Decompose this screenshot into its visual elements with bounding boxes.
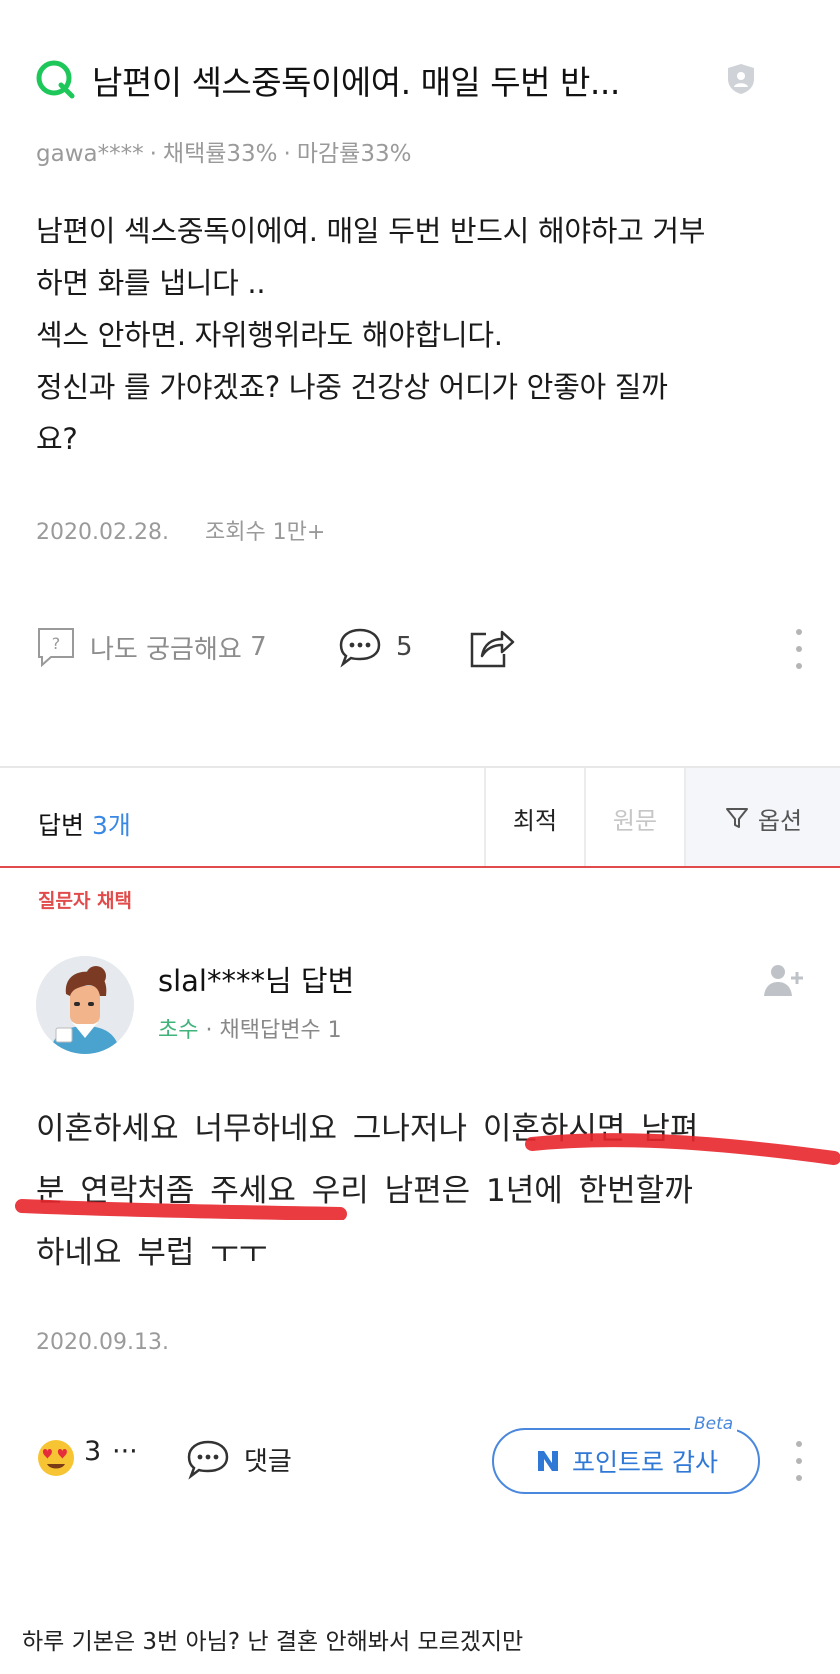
selected-divider [0,866,840,868]
close-rate: 마감률33% [296,141,412,167]
adopt-rate: 채택률33% [162,141,278,167]
point-thanks-button[interactable]: 포인트로 감사 [492,1428,760,1494]
avatar[interactable] [36,956,134,1054]
reaction-more[interactable]: ··· [112,1436,138,1467]
answer-comment-button[interactable]: 댓글 [186,1434,292,1484]
answerer-name[interactable]: slal****님 답변 [158,958,354,1000]
curious-label: 나도 궁금해요 [90,634,242,665]
heart-eyes-emoji-icon[interactable] [36,1438,76,1478]
tab-options[interactable]: 옵션 [684,768,840,868]
question-body-line: 남편이 섹스중독이에여. 매일 두번 반드시 해야하고 거부 [36,214,706,248]
question-date-row: 2020.02.28. 조회수 1만+ [36,514,325,546]
comment-icon [339,628,381,668]
author-name[interactable]: gawa**** [36,141,144,167]
svg-text:?: ? [52,634,61,653]
answer-body: 이혼하세요 너무하네요 그나저나 이혼하시면 남펴 분 연락처좀 주세요 우리 … [36,1098,826,1284]
question-title: 남편이 섹스중독이에여. 매일 두번 반... [92,63,620,102]
private-shield-icon [728,64,754,94]
question-date: 2020.02.28. [36,520,169,545]
comment-label: 댓글 [244,1446,292,1477]
answer-label: 답변 [38,811,85,840]
question-q-icon [36,60,75,99]
answer-date: 2020.09.13. [36,1330,169,1355]
view-count: 조회수 1만+ [204,520,326,545]
comment-button[interactable]: 5 [338,622,413,672]
question-body-line: 섹스 안하면. 자위행위라도 해야합니다. [36,318,503,352]
answerer-grade: 초수 [158,1018,199,1043]
comment-icon [187,1440,229,1480]
add-friend-icon[interactable] [762,962,804,998]
share-icon [470,630,515,668]
avatar-character-icon [36,956,134,1054]
tab-original[interactable]: 원문 [584,768,684,868]
question-meta: gawa**** · 채택률33% · 마감률33% [36,141,412,167]
more-vertical-icon[interactable] [794,1438,804,1484]
answerer-stat: 채택답변수 1 [219,1018,342,1043]
reaction-count: 3 [84,1436,102,1467]
answerer-info: 초수 · 채택답변수 1 [158,1018,342,1043]
answer-count-value: 3개 [91,811,131,840]
caption-text: 하루 기본은 3번 아님? 난 결혼 안해봐서 모르겠지만 [22,1629,524,1655]
point-thanks-label: 포인트로 감사 [572,1448,718,1477]
answer-body-line: 분 연락처좀 주세요 우리 남편은 1년에 한번할까 [36,1173,693,1209]
naver-n-icon [538,1451,559,1471]
share-button[interactable] [468,622,516,672]
comment-count: 5 [396,632,413,662]
question-body-line: 정신과 를 가야겠죠? 나중 건강상 어디가 안좋아 질까 [36,370,668,404]
answer-count: 답변 3개 [38,806,131,842]
adopted-badge: 질문자 채택 [38,890,133,912]
question-body-line: 요? [36,422,78,456]
question-body: 남편이 섹스중독이에여. 매일 두번 반드시 해야하고 거부 하면 화를 냅니다… [36,205,806,465]
question-bubble-icon: ? [38,628,74,668]
answer-body-line: 이혼하세요 너무하네요 그나저나 이혼하시면 남펴 [36,1111,699,1147]
curious-button[interactable]: ? 나도 궁금해요 7 [36,622,267,672]
tab-best[interactable]: 최적 [484,768,584,868]
answer-body-line: 하네요 부럽 ㅜㅜ [36,1235,268,1271]
more-vertical-icon[interactable] [794,626,804,672]
question-body-line: 하면 화를 냅니다 .. [36,266,266,300]
filter-icon [725,808,748,828]
tab-options-label: 옵션 [757,806,803,835]
curious-count: 7 [250,632,267,662]
beta-label: Beta [690,1414,738,1434]
